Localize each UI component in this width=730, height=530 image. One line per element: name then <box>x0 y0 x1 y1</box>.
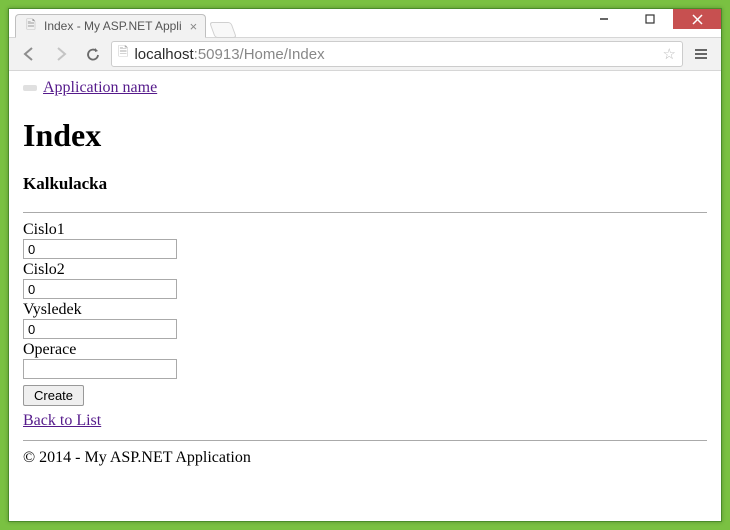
app-name-link[interactable]: Application name <box>43 79 157 97</box>
cislo2-input[interactable] <box>23 279 177 299</box>
browser-window: 🗎 Index - My ASP.NET Appli × <box>8 8 722 522</box>
menu-icon <box>694 48 708 60</box>
page-title: Index <box>23 117 707 154</box>
file-icon: 🗎 <box>24 19 38 33</box>
back-icon <box>21 46 37 62</box>
vysledek-label: Vysledek <box>23 301 707 319</box>
cislo2-label: Cislo2 <box>23 261 707 279</box>
form-title: Kalkulacka <box>23 174 707 194</box>
close-button[interactable] <box>673 9 721 29</box>
url-host: localhost <box>134 46 193 63</box>
browser-toolbar: 🗎 localhost:50913/Home/Index ☆ <box>9 37 721 71</box>
operace-label: Operace <box>23 341 707 359</box>
maximize-button[interactable] <box>627 9 673 29</box>
reload-icon <box>86 47 101 62</box>
create-button[interactable]: Create <box>23 385 84 406</box>
cislo1-input[interactable] <box>23 239 177 259</box>
address-bar[interactable]: 🗎 localhost:50913/Home/Index ☆ <box>111 41 683 67</box>
page-viewport: Application name Index Kalkulacka Cislo1… <box>9 71 721 521</box>
page-icon: 🗎 <box>118 43 128 65</box>
close-icon <box>692 14 703 25</box>
reload-button[interactable] <box>79 41 107 67</box>
footer-text: © 2014 - My ASP.NET Application <box>23 449 707 467</box>
tab-strip: 🗎 Index - My ASP.NET Appli × <box>15 10 234 38</box>
new-tab-button[interactable] <box>209 22 237 38</box>
maximize-icon <box>645 14 655 24</box>
vysledek-input[interactable] <box>23 319 177 339</box>
minimize-button[interactable] <box>581 9 627 29</box>
forward-icon <box>53 46 69 62</box>
operace-input[interactable] <box>23 359 177 379</box>
forward-button[interactable] <box>47 41 75 67</box>
back-to-list-link[interactable]: Back to List <box>23 412 101 430</box>
window-controls <box>581 9 721 29</box>
back-button[interactable] <box>15 41 43 67</box>
menu-button[interactable] <box>687 41 715 67</box>
minimize-icon <box>599 14 609 24</box>
tab-title: Index - My ASP.NET Appli <box>44 19 182 33</box>
cislo1-label: Cislo1 <box>23 221 707 239</box>
separator-top <box>23 212 707 213</box>
nav-toggle-icon[interactable] <box>23 85 37 91</box>
separator-bottom <box>23 440 707 441</box>
tab-active[interactable]: 🗎 Index - My ASP.NET Appli × <box>15 14 206 38</box>
titlebar: 🗎 Index - My ASP.NET Appli × <box>9 9 721 37</box>
navbar: Application name <box>23 79 707 97</box>
bookmark-icon[interactable]: ☆ <box>663 45 676 63</box>
url-path: :50913/Home/Index <box>194 46 325 63</box>
close-tab-icon[interactable]: × <box>190 19 198 34</box>
